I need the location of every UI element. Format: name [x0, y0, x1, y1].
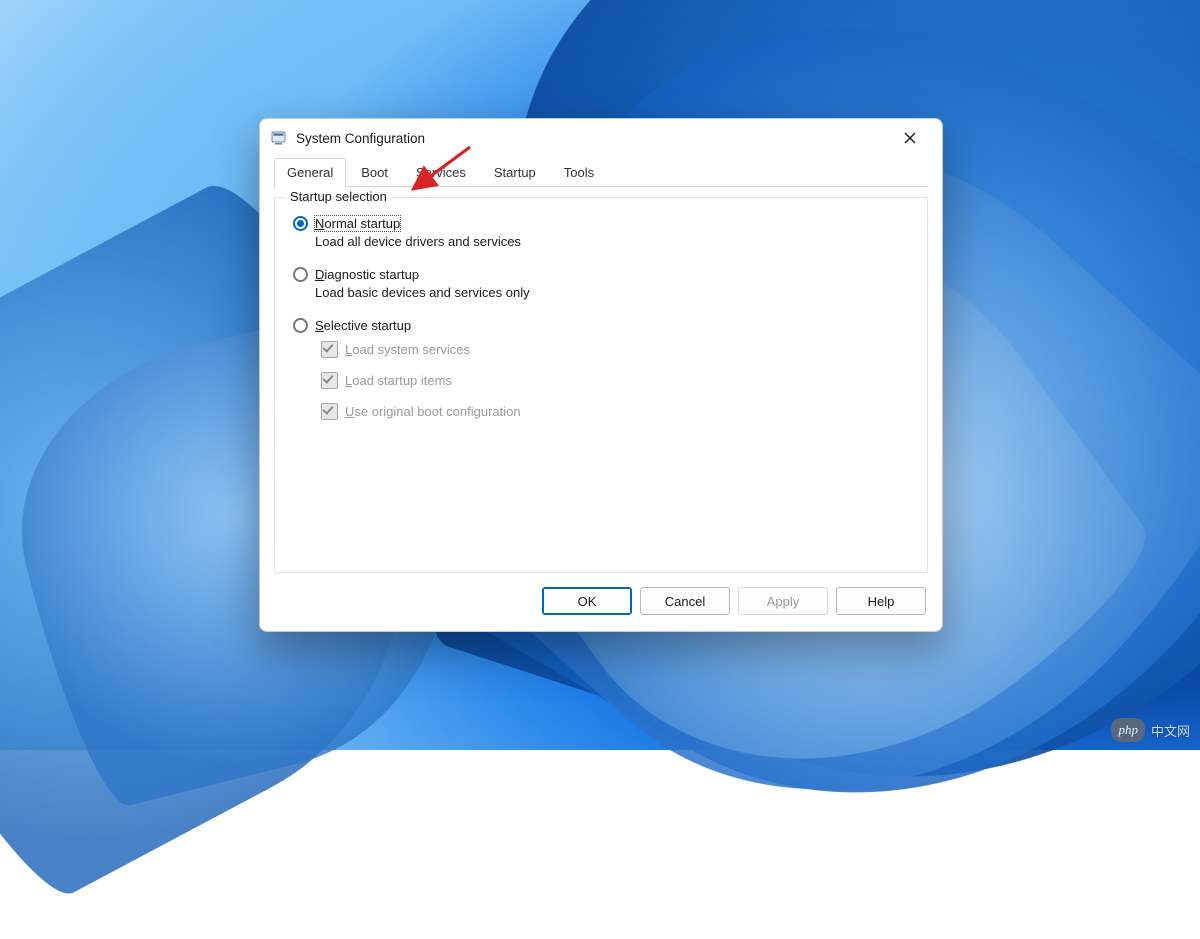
- tab-content-general: Startup selection Normal startup Load al…: [260, 187, 942, 573]
- window-title: System Configuration: [296, 131, 425, 146]
- radio-label: Diagnostic startup: [315, 267, 419, 282]
- startup-selection-group: Startup selection Normal startup Load al…: [274, 197, 928, 573]
- check-label: Use original boot configuration: [345, 404, 521, 419]
- radio-diagnostic-startup[interactable]: Diagnostic startup: [293, 267, 909, 282]
- ok-button[interactable]: OK: [542, 587, 632, 615]
- radio-icon: [293, 318, 308, 333]
- radio-icon: [293, 216, 308, 231]
- apply-button: Apply: [738, 587, 828, 615]
- radio-diagnostic-description: Load basic devices and services only: [315, 285, 909, 300]
- checkbox-icon: [321, 372, 338, 389]
- watermark-badge: php: [1111, 718, 1145, 742]
- system-configuration-dialog: System Configuration General Boot Servic…: [259, 118, 943, 632]
- radio-label: Normal startup: [315, 216, 400, 231]
- close-button[interactable]: [888, 123, 932, 153]
- tab-startup[interactable]: Startup: [481, 158, 549, 187]
- checkbox-icon: [321, 341, 338, 358]
- tab-general[interactable]: General: [274, 158, 346, 188]
- radio-label: Selective startup: [315, 318, 411, 333]
- watermark-text: 中文网: [1151, 721, 1190, 740]
- check-use-original-boot-config: Use original boot configuration: [321, 403, 909, 420]
- check-label: Load startup items: [345, 373, 452, 388]
- titlebar[interactable]: System Configuration: [260, 119, 942, 157]
- check-label: Load system services: [345, 342, 470, 357]
- help-button[interactable]: Help: [836, 587, 926, 615]
- radio-normal-description: Load all device drivers and services: [315, 234, 909, 249]
- tabstrip: General Boot Services Startup Tools: [260, 157, 942, 187]
- check-load-system-services: Load system services: [321, 341, 909, 358]
- check-load-startup-items: Load startup items: [321, 372, 909, 389]
- watermark: php 中文网: [1111, 718, 1190, 742]
- radio-normal-startup[interactable]: Normal startup: [293, 216, 909, 231]
- msconfig-icon: [270, 129, 288, 147]
- close-icon: [904, 132, 916, 144]
- tab-boot[interactable]: Boot: [348, 158, 401, 187]
- tab-tools[interactable]: Tools: [551, 158, 607, 187]
- radio-selective-startup[interactable]: Selective startup: [293, 318, 909, 333]
- dialog-button-bar: OK Cancel Apply Help: [260, 573, 942, 631]
- group-legend: Startup selection: [285, 189, 392, 204]
- radio-icon: [293, 267, 308, 282]
- selective-startup-subitems: Load system services Load startup items …: [321, 341, 909, 420]
- cancel-button[interactable]: Cancel: [640, 587, 730, 615]
- checkbox-icon: [321, 403, 338, 420]
- tab-services[interactable]: Services: [403, 158, 479, 187]
